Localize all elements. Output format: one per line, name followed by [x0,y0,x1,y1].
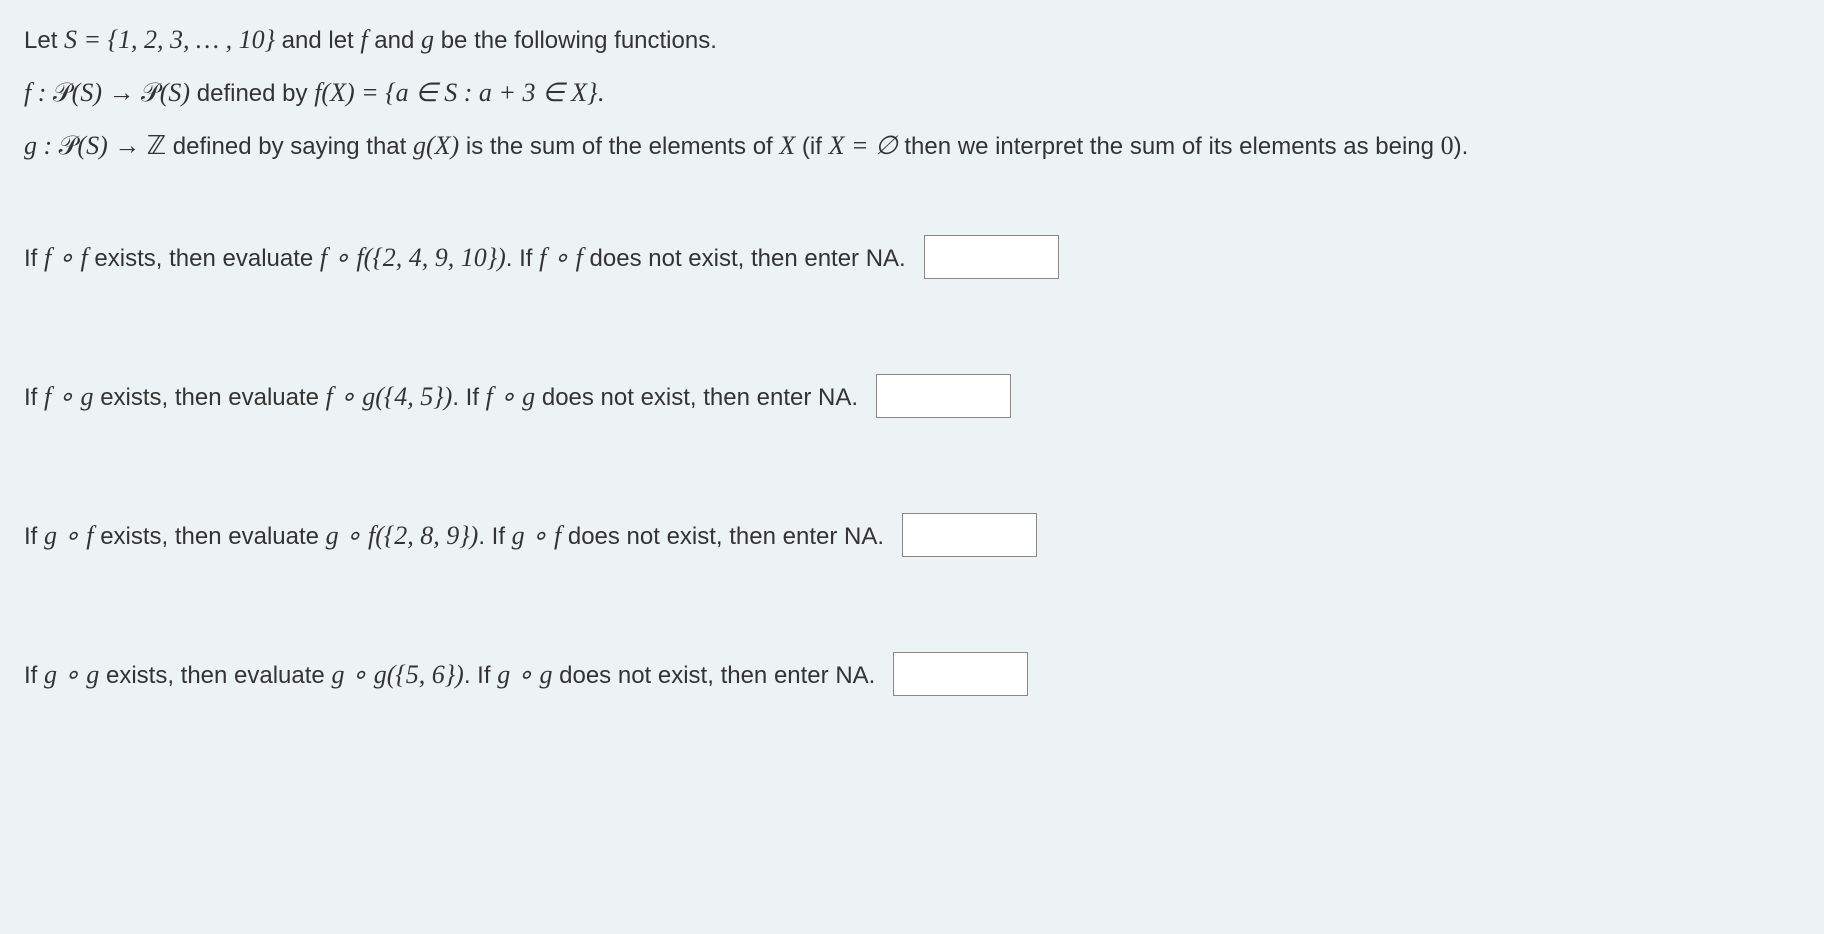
text: then we interpret the sum of its element… [898,133,1441,160]
question-text: If g ∘ f exists, then evaluate g ∘ f({2,… [24,516,884,555]
setup-line-3: g : 𝒫(S) → ℤ defined by saying that g(X)… [24,126,1800,165]
text: If [24,384,44,411]
text: does not exist, then enter NA. [583,245,906,272]
answer-input-3[interactable] [902,513,1037,557]
math-gog-arg: g ∘ g({5, 6}) [331,660,463,689]
questions-block: If f ∘ f exists, then evaluate f ∘ f({2,… [24,235,1800,696]
text: be the following functions. [434,27,717,54]
math-gx: g(X) [413,131,459,160]
math-gof: g ∘ f [44,521,94,550]
setup-line-2: f : 𝒫(S) → 𝒫(S) defined by f(X) = {a ∈ S… [24,73,1800,112]
math-f-domain: f : 𝒫(S) → 𝒫(S) [24,78,190,107]
text: . If [464,662,497,689]
question-2: If f ∘ g exists, then evaluate f ∘ g({4,… [24,374,1800,418]
text: exists, then evaluate [94,384,326,411]
math-g-domain: g : 𝒫(S) → ℤ [24,131,166,160]
text: does not exist, then enter NA. [535,384,858,411]
text: If [24,662,44,689]
zero: 0 [1441,131,1454,160]
text: is the sum of the elements of [459,133,779,160]
text: does not exist, then enter NA. [561,523,884,550]
text: exists, then evaluate [88,245,320,272]
text: If [24,245,44,272]
question-text: If g ∘ g exists, then evaluate g ∘ g({5,… [24,655,875,694]
question-text: If f ∘ f exists, then evaluate f ∘ f({2,… [24,238,906,277]
text: If [24,523,44,550]
text: and let [275,27,360,54]
answer-input-1[interactable] [924,235,1059,279]
math-gof2: g ∘ f [512,521,562,550]
math-fog: f ∘ g [44,382,94,411]
math-fog2: f ∘ g [486,382,536,411]
math-fof2: f ∘ f [539,243,583,272]
math-f: f [360,25,367,54]
math-g: g [421,25,434,54]
setup-line-1: Let S = {1, 2, 3, … , 10} and let f and … [24,20,1800,59]
text: (if [795,133,828,160]
question-text: If f ∘ g exists, then evaluate f ∘ g({4,… [24,377,858,416]
text: . If [478,523,511,550]
math-x-empty: X = ∅ [829,131,898,160]
text: ). [1454,133,1469,160]
math-fof: f ∘ f [44,243,88,272]
math-x: X [779,131,795,160]
text: Let [24,27,64,54]
answer-input-2[interactable] [876,374,1011,418]
text: . If [452,384,485,411]
math-fog-arg: f ∘ g({4, 5}) [326,382,453,411]
text: defined by [190,80,314,107]
text: and [368,27,421,54]
question-3: If g ∘ f exists, then evaluate g ∘ f({2,… [24,513,1800,557]
math-f-def: f(X) = {a ∈ S : a + 3 ∈ X} [314,78,597,107]
question-4: If g ∘ g exists, then evaluate g ∘ g({5,… [24,652,1800,696]
period: . [597,78,604,107]
text: exists, then evaluate [94,523,326,550]
math-gof-arg: g ∘ f({2, 8, 9}) [326,521,479,550]
answer-input-4[interactable] [893,652,1028,696]
math-gog2: g ∘ g [497,660,552,689]
text: does not exist, then enter NA. [552,662,875,689]
text: . If [506,245,539,272]
math-set-s: S = {1, 2, 3, … , 10} [64,25,275,54]
math-fof-arg: f ∘ f({2, 4, 9, 10}) [320,243,506,272]
text: exists, then evaluate [99,662,331,689]
math-gog: g ∘ g [44,660,99,689]
text: defined by saying that [166,133,413,160]
problem-setup: Let S = {1, 2, 3, … , 10} and let f and … [24,20,1800,165]
question-1: If f ∘ f exists, then evaluate f ∘ f({2,… [24,235,1800,279]
